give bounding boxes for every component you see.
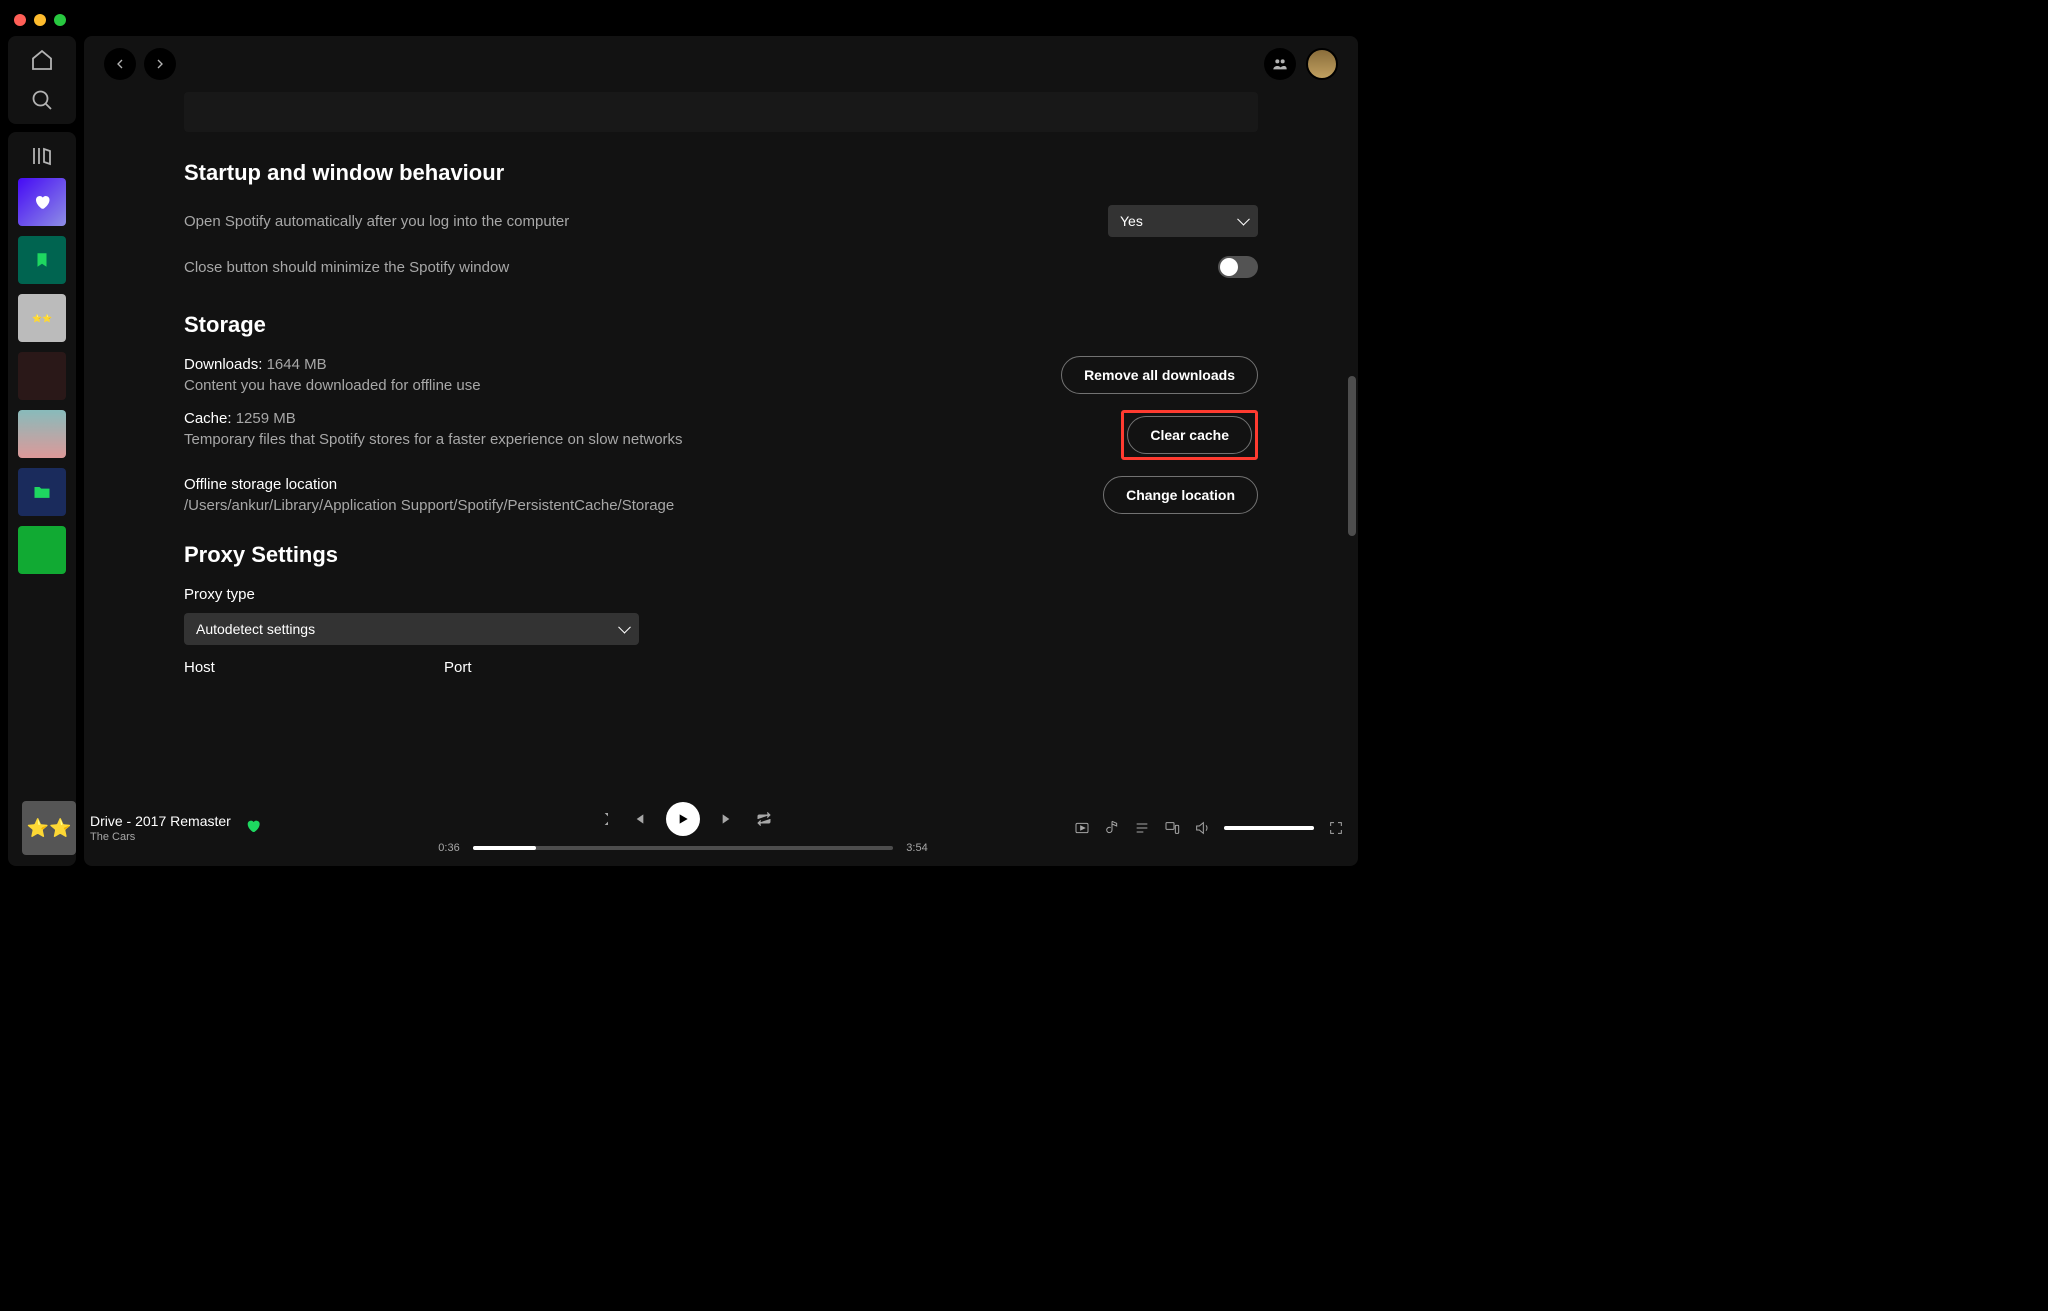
previous-track-button[interactable] [630,811,646,827]
offline-location-path: /Users/ankur/Library/Application Support… [184,497,1103,514]
volume-icon[interactable] [1194,820,1210,836]
port-label: Port [444,659,472,676]
proxy-type-select[interactable]: Autodetect settings [184,613,639,645]
nav-back-button[interactable] [104,48,136,80]
maximize-window-button[interactable] [54,14,66,26]
lyrics-button[interactable] [1104,820,1120,836]
host-label: Host [184,659,424,676]
repeat-button[interactable] [756,811,772,827]
startup-auto-select[interactable]: Yes [1108,205,1258,237]
annotation-highlight: Clear cache [1121,410,1258,460]
sidebar-nav [8,36,76,124]
search-icon[interactable] [30,88,54,112]
section-title-proxy: Proxy Settings [184,542,1258,568]
proxy-type-label: Proxy type [184,586,1258,603]
total-time: 3:54 [901,842,933,854]
select-value: Autodetect settings [196,621,315,637]
minimize-window-button[interactable] [34,14,46,26]
playlist-item[interactable] [18,410,66,458]
remove-all-downloads-button[interactable]: Remove all downloads [1061,356,1258,394]
section-title-startup: Startup and window behaviour [184,160,1258,186]
topbar [84,36,1358,92]
close-minimize-label: Close button should minimize the Spotify… [184,259,509,276]
friend-activity-button[interactable] [1264,48,1296,80]
elapsed-time: 0:36 [433,842,465,854]
playlist-item[interactable]: ⭐⭐ [18,294,66,342]
change-location-button[interactable]: Change location [1103,476,1258,514]
settings-section-placeholder [184,92,1258,132]
playlist-item[interactable] [18,526,66,574]
scrollbar[interactable] [1348,376,1356,536]
now-playing-album-art[interactable]: ⭐⭐ [22,801,76,855]
window-traffic-lights [14,14,66,26]
offline-location-label: Offline storage location [184,476,1103,493]
liked-songs-playlist[interactable] [18,178,66,226]
now-playing-view-button[interactable] [1074,820,1090,836]
startup-auto-label: Open Spotify automatically after you log… [184,213,569,230]
home-icon[interactable] [30,48,54,72]
cache-line: Cache: 1259 MB [184,410,1121,427]
queue-button[interactable] [1134,820,1150,836]
now-playing-title[interactable]: Drive - 2017 Remaster [90,813,231,829]
next-track-button[interactable] [720,811,736,827]
playlist-folder[interactable] [18,468,66,516]
main-content: Startup and window behaviour Open Spotif… [84,36,1358,866]
volume-fill [1224,826,1314,830]
cache-description: Temporary files that Spotify stores for … [184,431,1121,448]
progress-fill [473,846,536,850]
toggle-knob [1220,258,1238,276]
nav-forward-button[interactable] [144,48,176,80]
now-playing-artist[interactable]: The Cars [90,831,231,843]
close-window-button[interactable] [14,14,26,26]
close-minimize-toggle[interactable] [1218,256,1258,278]
your-episodes-playlist[interactable] [18,236,66,284]
now-playing-bar: ⭐⭐ Drive - 2017 Remaster The Cars [8,790,1358,866]
downloads-line: Downloads: 1644 MB [184,356,1061,373]
connect-device-button[interactable] [1164,820,1180,836]
volume-slider[interactable] [1224,826,1314,830]
select-value: Yes [1120,213,1143,229]
library-icon[interactable] [30,144,54,168]
section-title-storage: Storage [184,312,1258,338]
playlist-item[interactable] [18,352,66,400]
sidebar-library: ⭐⭐ [8,132,76,866]
clear-cache-button[interactable]: Clear cache [1127,416,1252,454]
downloads-description: Content you have downloaded for offline … [184,377,1061,394]
progress-bar[interactable] [473,846,893,850]
play-pause-button[interactable] [666,802,700,836]
like-track-button[interactable] [245,818,261,839]
user-avatar[interactable] [1306,48,1338,80]
shuffle-button[interactable] [594,811,610,827]
fullscreen-button[interactable] [1328,820,1344,836]
